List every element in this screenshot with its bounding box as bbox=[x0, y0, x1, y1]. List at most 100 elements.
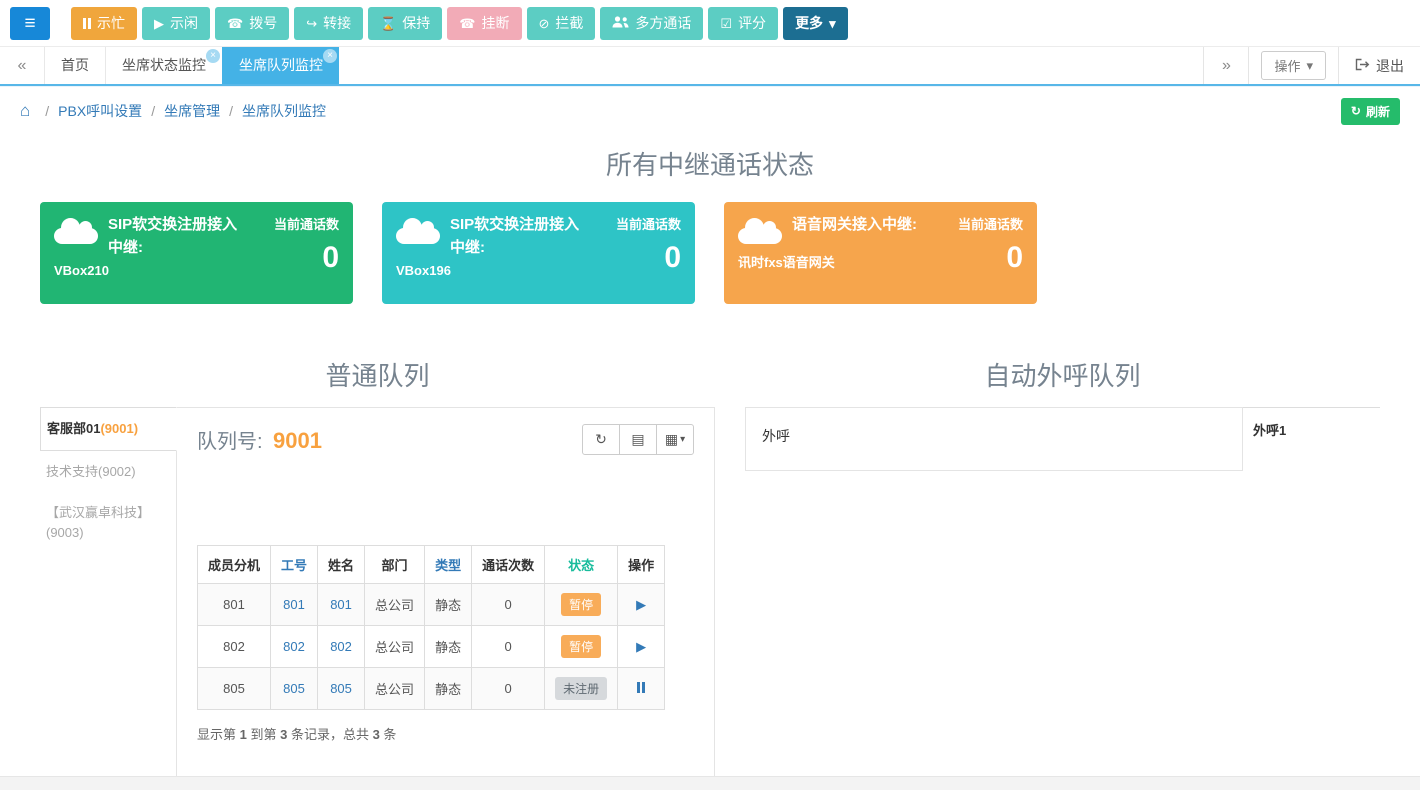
toolbar-button-show-busy[interactable]: 示忙 bbox=[71, 6, 137, 40]
toolbar-button-label: 评分 bbox=[738, 15, 767, 31]
top-toolbar: ≡ 示忙 ▶ 示闲 ☎ 拨号 ↪ 转接 ⌛ 保持 ☎ 挂断 ⊘ 拦截 多方通话 … bbox=[0, 0, 1420, 47]
menu-button[interactable]: ≡ bbox=[10, 6, 50, 40]
breadcrumb-link-agent-mgmt[interactable]: 坐席管理 bbox=[164, 101, 220, 121]
metric-label: 当前通话数 bbox=[273, 217, 339, 232]
summary-text: 条记录，总共 bbox=[287, 727, 373, 742]
cell-action: ▶ bbox=[617, 625, 666, 668]
caret-down-icon: ▾ bbox=[680, 434, 686, 445]
tab-agent-status-monitor[interactable]: 坐席状态监控 × bbox=[105, 47, 222, 84]
toolbar-button-dial[interactable]: ☎ 拨号 bbox=[215, 6, 290, 40]
hangup-icon: ☎ bbox=[459, 15, 476, 31]
block-icon: ⊘ bbox=[538, 15, 550, 31]
tabs-scroll-left-button[interactable]: « bbox=[0, 47, 44, 84]
cell-dept: 总公司 bbox=[364, 667, 426, 710]
tab-label: 坐席队列监控 bbox=[239, 57, 323, 73]
pause-icon[interactable] bbox=[637, 682, 646, 693]
logout-button[interactable]: 退出 bbox=[1339, 47, 1420, 84]
toolbar-button-hold[interactable]: ⌛ 保持 bbox=[368, 6, 443, 40]
panel-refresh-button[interactable]: ↻ bbox=[582, 424, 620, 455]
close-icon[interactable]: × bbox=[206, 49, 220, 63]
tab-bar: « 首页 坐席状态监控 × 坐席队列监控 × » 操作 ▾ 退出 bbox=[0, 47, 1420, 86]
cell-worker-id[interactable]: 801 bbox=[270, 583, 319, 626]
chevron-left-icon: « bbox=[17, 56, 27, 74]
toolbar-button-show-idle[interactable]: ▶ 示闲 bbox=[142, 6, 210, 40]
bottom-strip bbox=[0, 776, 1420, 790]
operation-label: 操作 bbox=[1274, 59, 1301, 74]
col-header-type[interactable]: 类型 bbox=[424, 545, 473, 584]
phone-icon: ☎ bbox=[227, 15, 244, 31]
cell-worker-id[interactable]: 802 bbox=[270, 625, 319, 668]
tab-agent-queue-monitor[interactable]: 坐席队列监控 × bbox=[222, 47, 339, 84]
trunk-card-metric: 当前通话数 0 bbox=[934, 214, 1023, 292]
queue-members-table: 成员分机 工号 姓名 部门 类型 通话次数 状态 操作 801 801 801 … bbox=[196, 545, 666, 710]
toolbar-button-label: 更多 bbox=[795, 15, 824, 31]
outbound-panel-label: 外呼 bbox=[762, 428, 790, 444]
cell-extension: 801 bbox=[196, 583, 272, 626]
toolbar-button-block[interactable]: ⊘ 拦截 bbox=[526, 6, 596, 40]
cell-extension: 802 bbox=[196, 625, 272, 668]
panel-columns-dropdown-button[interactable]: ▦ ▾ bbox=[656, 424, 694, 455]
cell-name[interactable]: 805 bbox=[317, 667, 366, 710]
toolbar-button-score[interactable]: ☑ 评分 bbox=[708, 6, 779, 40]
cell-type: 静态 bbox=[424, 625, 473, 668]
metric-label: 当前通话数 bbox=[957, 217, 1023, 232]
refresh-button[interactable]: ↻ 刷新 bbox=[1340, 97, 1400, 125]
toolbar-button-label: 拨号 bbox=[249, 15, 278, 31]
toolbar-button-label: 拦截 bbox=[555, 15, 584, 31]
cell-dept: 总公司 bbox=[364, 625, 426, 668]
queue-tab-9003[interactable]: 【武汉赢卓科技】 (9003) bbox=[40, 492, 176, 553]
tab-home[interactable]: 首页 bbox=[44, 47, 105, 84]
table-row: 805 805 805 总公司 静态 0 未注册 bbox=[196, 667, 666, 710]
menu-icon: ≡ bbox=[24, 12, 36, 34]
breadcrumb-separator: / bbox=[45, 103, 50, 119]
toolbar-button-hangup[interactable]: ☎ 挂断 bbox=[447, 6, 522, 40]
queue-tab-9002[interactable]: 技术支持(9002) bbox=[40, 451, 176, 493]
metric-label: 当前通话数 bbox=[615, 217, 681, 232]
outbound-queue-panel: 外呼 bbox=[745, 407, 1243, 471]
toolbar-button-more[interactable]: 更多 ▾ bbox=[783, 6, 848, 40]
metric-value: 0 bbox=[322, 241, 339, 274]
cell-action: ▶ bbox=[617, 583, 666, 626]
tabs-scroll-right-button[interactable]: » bbox=[1204, 57, 1248, 75]
col-header-calls: 通话次数 bbox=[471, 545, 546, 584]
queue-tab-9001[interactable]: 客服部01(9001) bbox=[40, 407, 177, 451]
operation-dropdown-button[interactable]: 操作 ▾ bbox=[1261, 51, 1326, 80]
play-icon[interactable]: ▶ bbox=[636, 639, 646, 654]
cell-name[interactable]: 802 bbox=[317, 625, 366, 668]
metric-value: 0 bbox=[664, 241, 681, 274]
cell-calls: 0 bbox=[471, 625, 546, 668]
cell-worker-id[interactable]: 805 bbox=[270, 667, 319, 710]
col-header-worker-id[interactable]: 工号 bbox=[270, 545, 319, 584]
col-header-status[interactable]: 状态 bbox=[544, 545, 619, 584]
toolbar-button-conference[interactable]: 多方通话 bbox=[600, 6, 704, 40]
queue-number-heading: 队列号: 9001 bbox=[197, 425, 322, 454]
cell-name[interactable]: 801 bbox=[317, 583, 366, 626]
panel-list-view-button[interactable]: ▤ bbox=[619, 424, 657, 455]
outbound-queue-tab[interactable]: 外呼1 bbox=[1243, 407, 1380, 451]
queue-panel: 队列号: 9001 ↻ ▤ ▦ ▾ 成员分机 工号 姓名 部门 类型 通话次数 … bbox=[176, 407, 715, 781]
home-icon[interactable]: ⌂ bbox=[20, 101, 30, 121]
queue-number-label: 队列号: bbox=[197, 431, 263, 453]
cloud-icon bbox=[738, 218, 782, 244]
toolbar-button-transfer[interactable]: ↪ 转接 bbox=[294, 6, 364, 40]
cell-status: 暂停 bbox=[544, 625, 619, 668]
cell-type: 静态 bbox=[424, 583, 473, 626]
breadcrumb: ⌂ / PBX呼叫设置 / 坐席管理 / 坐席队列监控 ↻ 刷新 bbox=[20, 93, 1400, 129]
tab-label: 坐席状态监控 bbox=[122, 57, 206, 73]
toolbar-button-label: 挂断 bbox=[481, 15, 510, 31]
breadcrumb-link-pbx[interactable]: PBX呼叫设置 bbox=[58, 101, 142, 121]
play-icon[interactable]: ▶ bbox=[636, 597, 646, 612]
close-icon[interactable]: × bbox=[323, 49, 337, 63]
outbound-queue-section: 自动外呼队列 外呼 外呼1 bbox=[745, 356, 1380, 471]
queue-tab-label: 【武汉赢卓科技】 bbox=[46, 505, 151, 520]
breadcrumb-link-queue-monitor[interactable]: 坐席队列监控 bbox=[242, 101, 326, 121]
cell-status: 暂停 bbox=[544, 583, 619, 626]
list-icon: ▤ bbox=[631, 431, 645, 447]
trunk-card-info: SIP软交换注册接入中继: VBox210 bbox=[54, 214, 250, 292]
play-icon: ▶ bbox=[154, 15, 164, 31]
summary-total: 3 bbox=[372, 727, 380, 742]
trunk-card-name: 讯时fxs语音网关 bbox=[738, 255, 835, 270]
queue-number-value: 9001 bbox=[273, 428, 322, 453]
cell-action bbox=[617, 667, 666, 710]
table-row: 802 802 802 总公司 静态 0 暂停 ▶ bbox=[196, 625, 666, 668]
